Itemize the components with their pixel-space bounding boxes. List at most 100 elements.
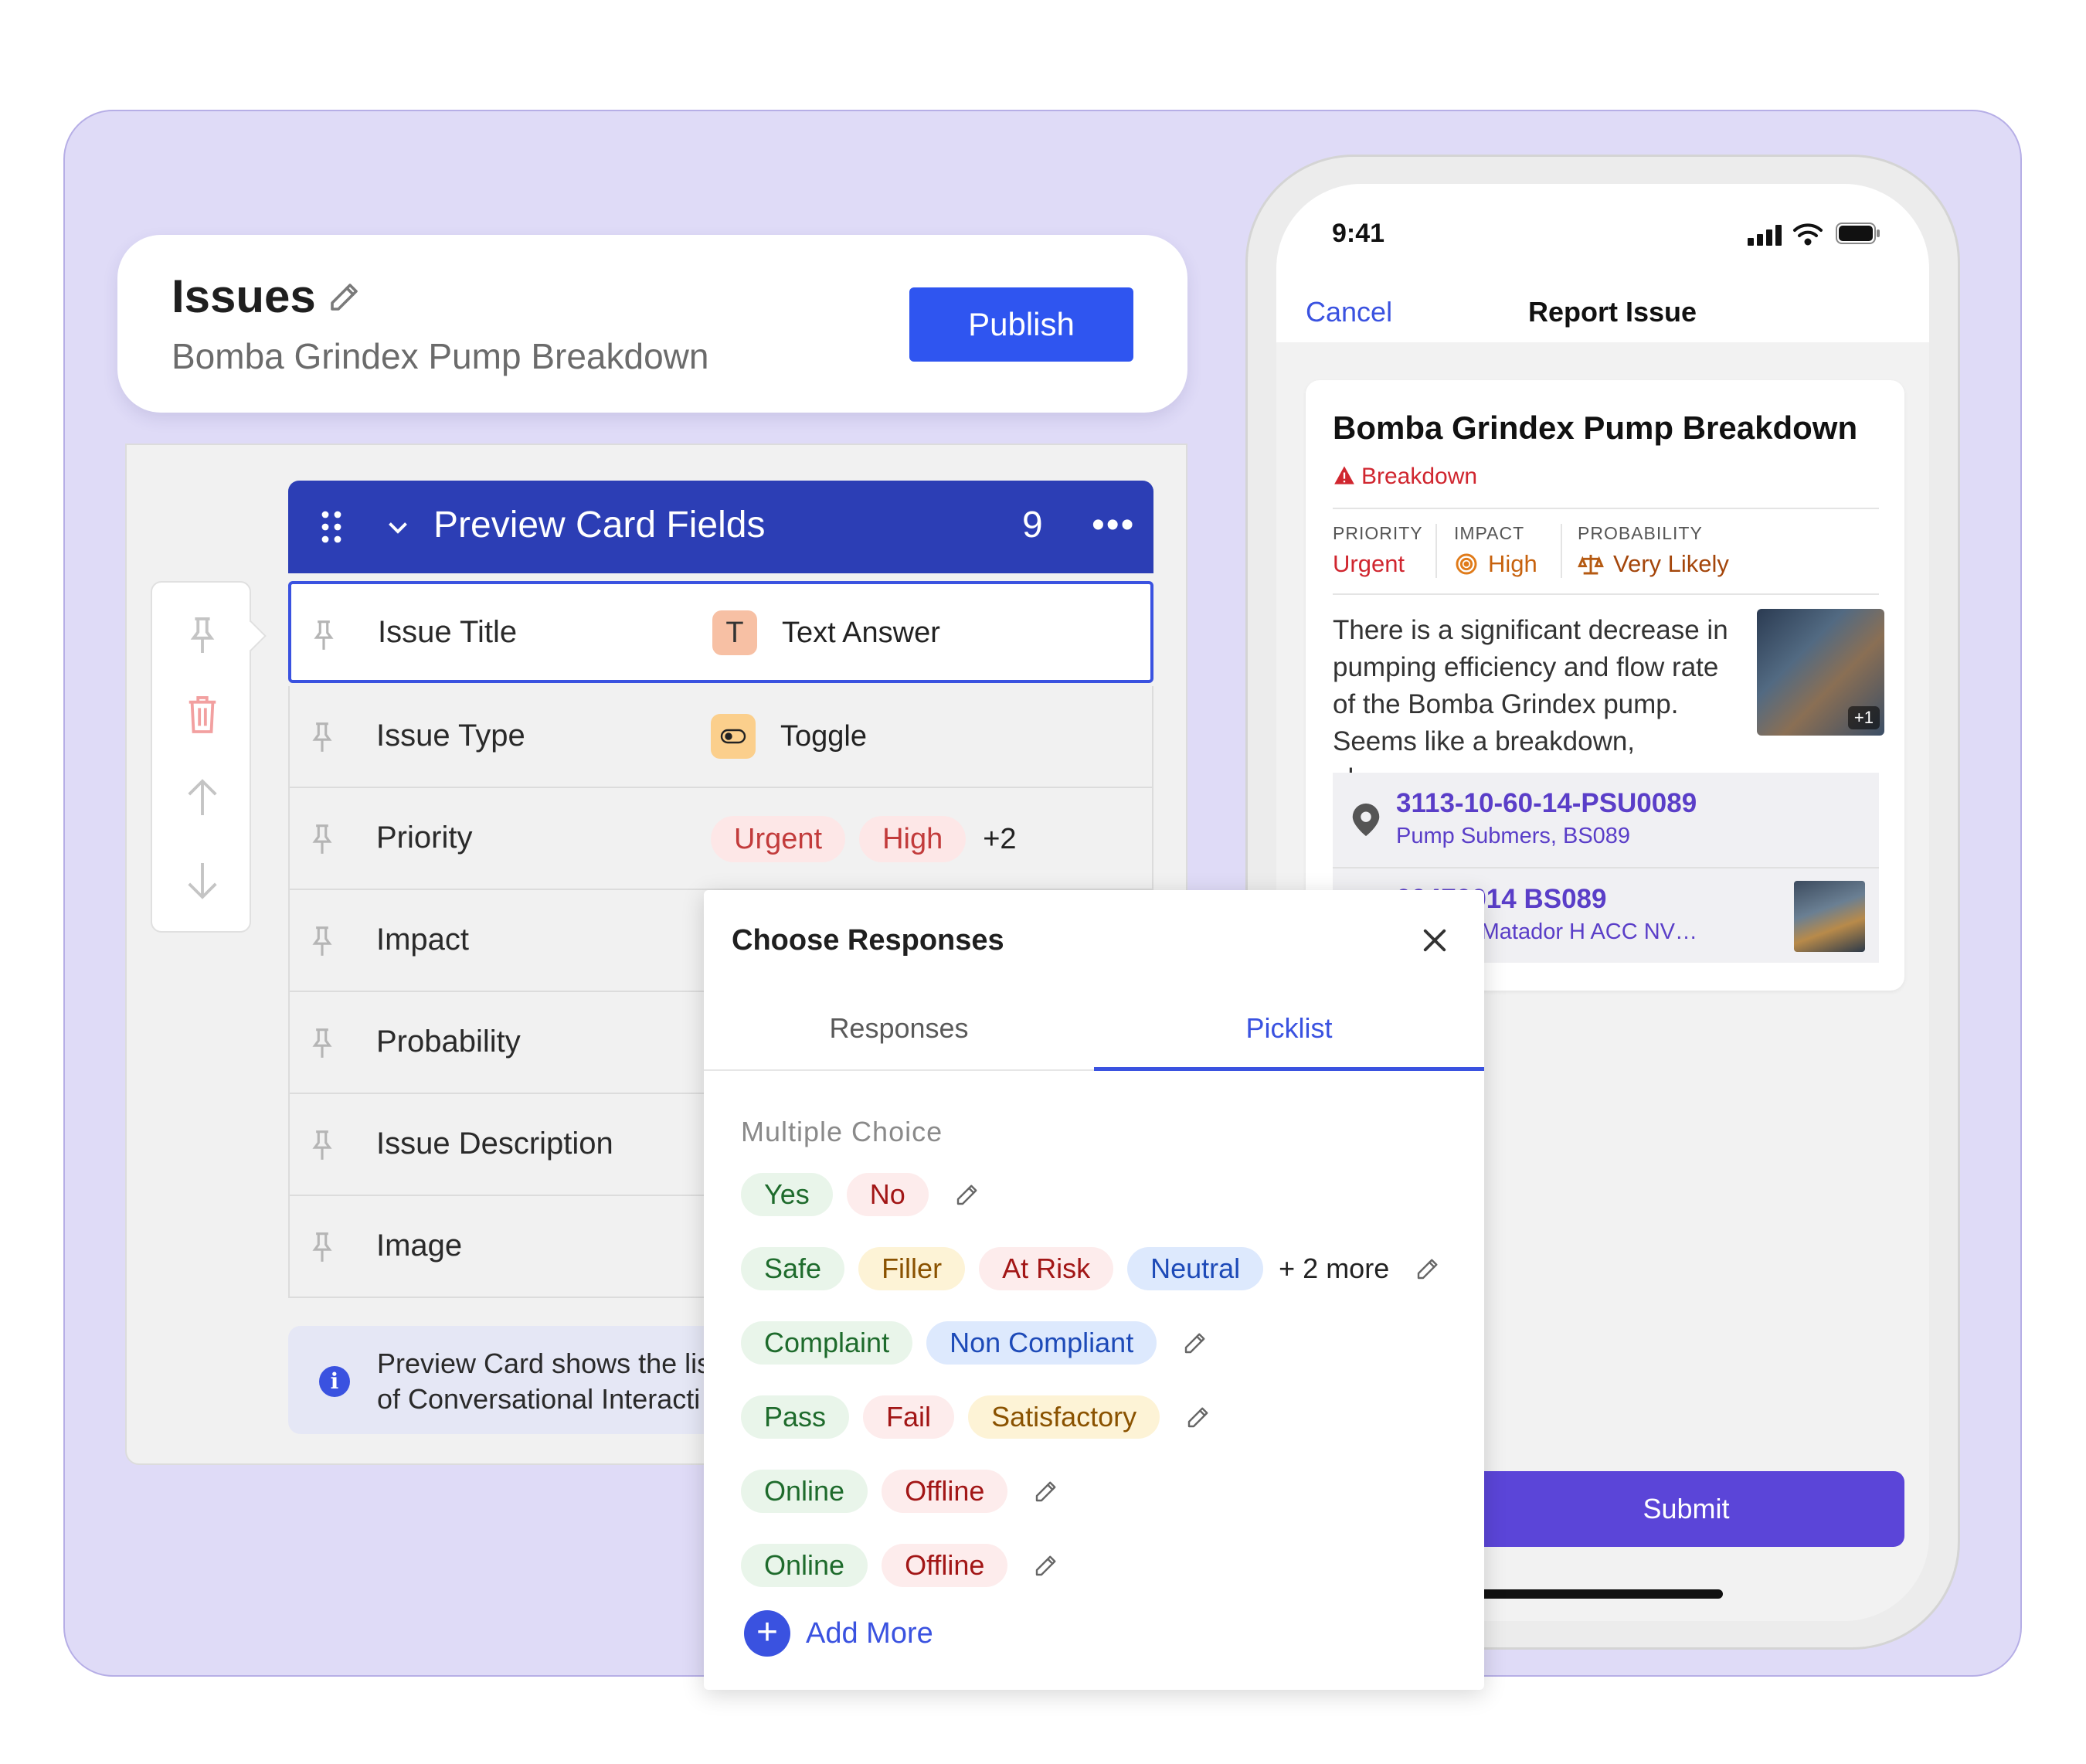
response-set[interactable]: Pass Fail Satisfactory bbox=[741, 1395, 1212, 1439]
asset-image-thumbnail bbox=[1794, 881, 1865, 952]
response-chip: Non Compliant bbox=[926, 1321, 1157, 1365]
choose-responses-modal: Choose Responses Responses Picklist Mult… bbox=[704, 890, 1484, 1690]
priority-chip: High bbox=[859, 816, 967, 862]
response-chip: Offline bbox=[882, 1544, 1008, 1587]
edit-icon[interactable] bbox=[1414, 1255, 1442, 1283]
impact-label: IMPACT bbox=[1454, 523, 1525, 543]
publish-button[interactable]: Publish bbox=[909, 287, 1133, 362]
response-chip: Fail bbox=[863, 1395, 955, 1439]
pin-icon[interactable] bbox=[307, 924, 338, 958]
pin-icon[interactable] bbox=[307, 1230, 338, 1264]
modal-title: Choose Responses bbox=[732, 924, 1004, 957]
pin-icon[interactable] bbox=[308, 618, 339, 652]
move-down-icon[interactable] bbox=[182, 858, 223, 904]
field-label: Priority bbox=[376, 821, 473, 855]
response-chip: Complaint bbox=[741, 1321, 913, 1365]
response-chip: Filler bbox=[858, 1247, 966, 1290]
response-chip: Neutral bbox=[1127, 1247, 1264, 1290]
response-chip: At Risk bbox=[979, 1247, 1114, 1290]
home-indicator bbox=[1472, 1589, 1723, 1599]
response-set[interactable]: Online Offline bbox=[741, 1544, 1060, 1587]
chevron-down-icon[interactable] bbox=[384, 513, 412, 541]
info-text-line: of Conversational Interacti bbox=[377, 1383, 701, 1415]
add-more-button[interactable]: + Add More bbox=[744, 1610, 933, 1657]
cancel-button[interactable]: Cancel bbox=[1306, 296, 1392, 328]
more-options-icon[interactable]: ••• bbox=[1092, 504, 1135, 546]
probability-label: PROBABILITY bbox=[1578, 523, 1703, 543]
field-label: Probability bbox=[376, 1025, 521, 1059]
text-answer-icon: T bbox=[712, 610, 757, 655]
image-count-badge: +1 bbox=[1847, 706, 1880, 729]
field-label: Image bbox=[376, 1229, 463, 1263]
info-icon: i bbox=[319, 1366, 350, 1397]
nav-title: Report Issue bbox=[1528, 296, 1697, 328]
asset-name: Pump Submers, BS089 bbox=[1396, 824, 1631, 848]
pin-icon[interactable] bbox=[307, 720, 338, 754]
warning-icon bbox=[1334, 466, 1354, 484]
priority-chip: Urgent bbox=[711, 816, 846, 862]
pin-icon[interactable] bbox=[182, 612, 223, 658]
asset-location-icon bbox=[1352, 803, 1380, 837]
close-icon[interactable] bbox=[1418, 924, 1451, 957]
more-count: +2 bbox=[983, 822, 1017, 855]
tab-picklist[interactable]: Picklist bbox=[1094, 1012, 1484, 1045]
preview-card-fields-header[interactable]: Preview Card Fields 9 ••• bbox=[288, 481, 1153, 573]
asset-row[interactable]: 3113-10-60-14-PSU0089 Pump Submers, BS08… bbox=[1333, 773, 1879, 867]
issue-type: Breakdown bbox=[1361, 464, 1478, 489]
drag-handle-icon[interactable] bbox=[321, 510, 342, 544]
pin-icon[interactable] bbox=[307, 1026, 338, 1060]
submit-button[interactable]: Submit bbox=[1468, 1471, 1904, 1547]
edit-icon[interactable] bbox=[1032, 1552, 1060, 1579]
field-label: Issue Type bbox=[376, 719, 525, 753]
field-row-issue-title[interactable]: Issue Title T Text Answer bbox=[288, 581, 1153, 683]
issue-title: Bomba Grindex Pump Breakdown bbox=[1333, 410, 1858, 446]
response-chip: Safe bbox=[741, 1247, 845, 1290]
response-chip: Pass bbox=[741, 1395, 850, 1439]
move-up-icon[interactable] bbox=[182, 774, 223, 821]
response-chip: Satisfactory bbox=[968, 1395, 1160, 1439]
field-label: Issue Description bbox=[376, 1127, 613, 1161]
add-more-label: Add More bbox=[806, 1616, 933, 1650]
plus-icon: + bbox=[744, 1610, 790, 1657]
response-chip: No bbox=[846, 1173, 929, 1216]
response-set[interactable]: Complaint Non Compliant bbox=[741, 1321, 1209, 1365]
field-label: Impact bbox=[376, 923, 470, 957]
issue-image-thumbnail[interactable]: +1 bbox=[1757, 609, 1884, 736]
edit-icon[interactable] bbox=[1181, 1329, 1209, 1357]
active-tab-indicator bbox=[1094, 1067, 1484, 1071]
more-responses-count: + 2 more bbox=[1279, 1252, 1390, 1284]
field-row-priority[interactable]: Priority Urgent High +2 bbox=[288, 788, 1153, 890]
delete-icon[interactable] bbox=[182, 691, 223, 737]
edit-icon[interactable] bbox=[1032, 1477, 1060, 1505]
status-time: 9:41 bbox=[1332, 219, 1385, 248]
priority-value: Urgent bbox=[1333, 550, 1405, 577]
pin-icon[interactable] bbox=[307, 1128, 338, 1162]
wifi-icon bbox=[1793, 223, 1823, 246]
field-count: 9 bbox=[1022, 505, 1043, 546]
response-set[interactable]: Online Offline bbox=[741, 1470, 1060, 1513]
target-icon bbox=[1456, 553, 1477, 575]
issue-description: There is a significant decrease in pumpi… bbox=[1333, 615, 1728, 794]
pin-icon[interactable] bbox=[307, 822, 338, 856]
asset-id: 3113-10-60-14-PSU0089 bbox=[1396, 788, 1697, 818]
edit-icon[interactable] bbox=[953, 1181, 981, 1208]
response-set[interactable]: Safe Filler At Risk Neutral + 2 more bbox=[741, 1247, 1442, 1290]
response-set[interactable]: Yes No bbox=[741, 1173, 981, 1216]
edit-title-icon[interactable] bbox=[326, 278, 363, 315]
field-label: Issue Title bbox=[378, 615, 518, 649]
field-toolbar bbox=[151, 581, 267, 933]
issues-header-card: Issues Bomba Grindex Pump Breakdown Publ… bbox=[117, 235, 1187, 413]
signal-icon bbox=[1748, 225, 1782, 246]
response-chip: Online bbox=[741, 1470, 868, 1513]
probability-value: Very Likely bbox=[1613, 550, 1729, 577]
field-row-issue-type[interactable]: Issue Type Toggle bbox=[288, 686, 1153, 788]
toggle-icon bbox=[711, 714, 756, 759]
edit-icon[interactable] bbox=[1184, 1403, 1212, 1431]
field-type-label: Text Answer bbox=[782, 617, 940, 649]
section-label: Multiple Choice bbox=[741, 1116, 943, 1147]
scale-icon bbox=[1578, 555, 1604, 575]
tab-responses[interactable]: Responses bbox=[704, 1012, 1094, 1045]
response-chip: Offline bbox=[882, 1470, 1008, 1513]
info-text-line: Preview Card shows the lis bbox=[377, 1348, 712, 1379]
page-subtitle: Bomba Grindex Pump Breakdown bbox=[172, 336, 709, 376]
